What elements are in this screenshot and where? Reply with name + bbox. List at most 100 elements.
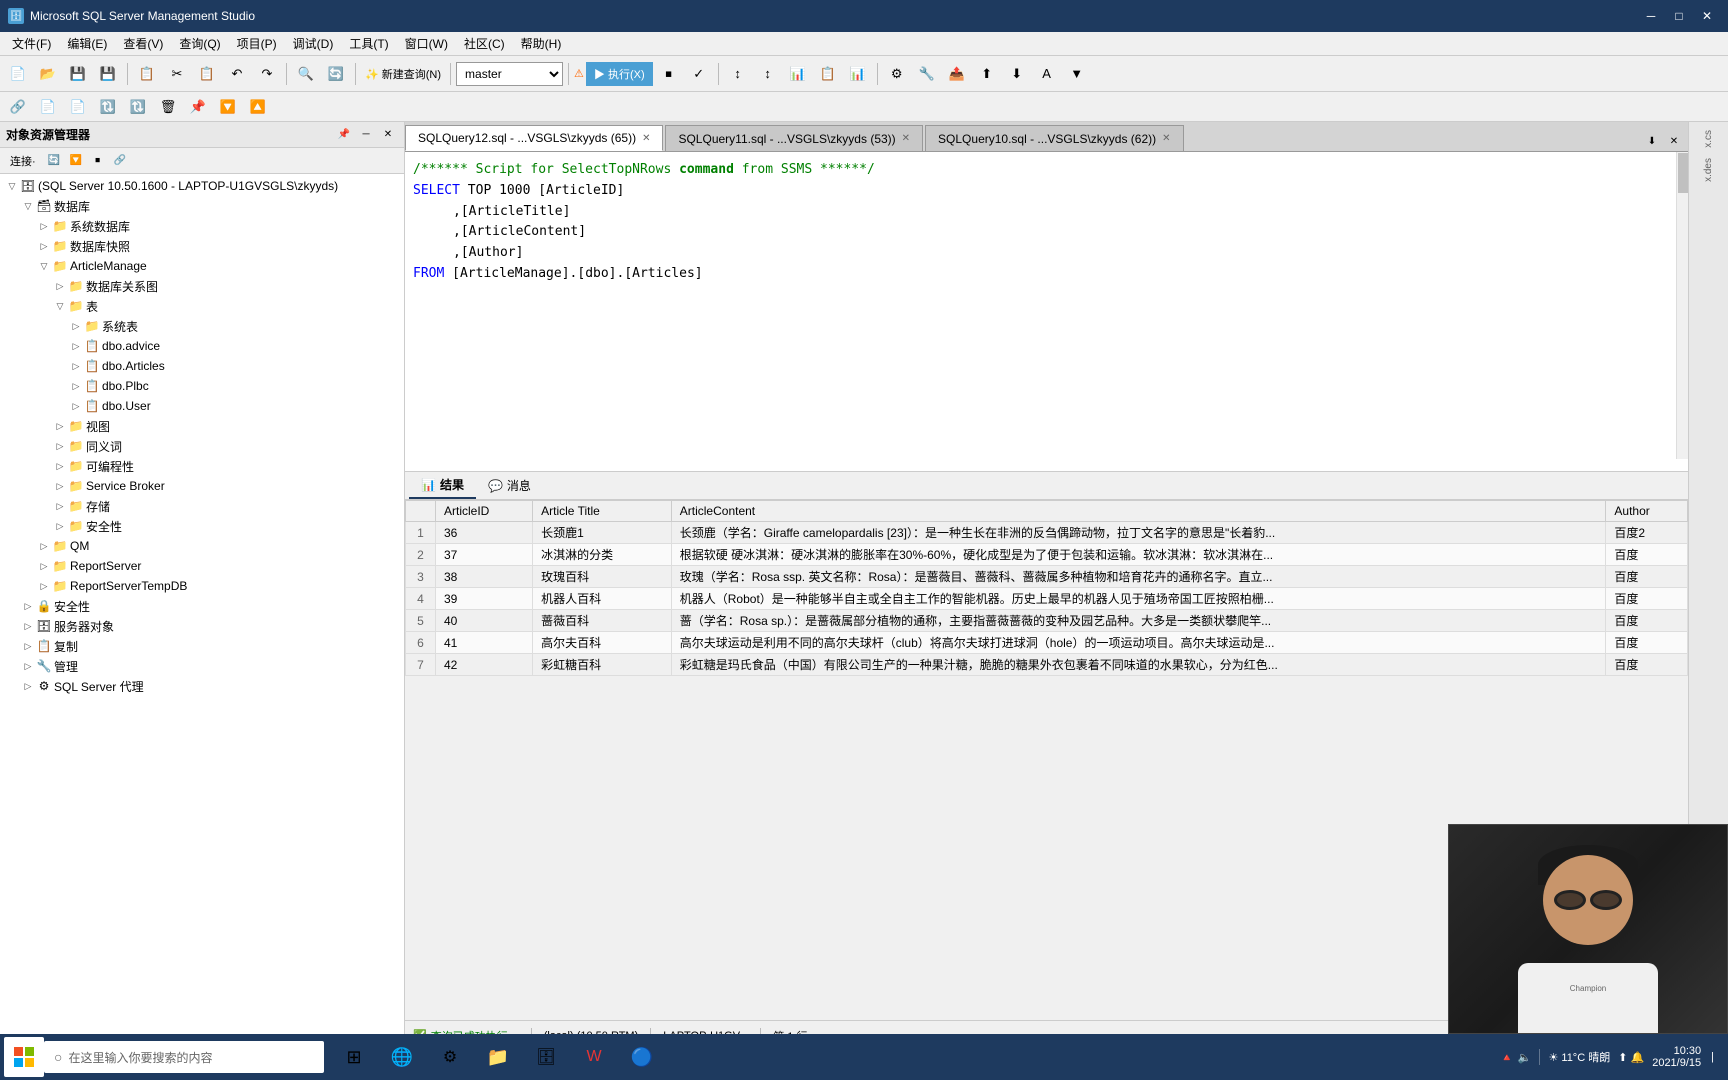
taskbar-taskview[interactable]: ⊞ [332, 1036, 376, 1078]
tree-qm-node[interactable]: ▷ 📁 QM [0, 536, 404, 556]
maximize-button[interactable]: □ [1666, 3, 1692, 29]
tree-reportserver-node[interactable]: ▷ 📁 ReportServer [0, 556, 404, 576]
toolbar-btn-11[interactable]: 📋 [814, 60, 842, 88]
tree-systables-node[interactable]: ▷ 📁 系统表 [0, 316, 404, 336]
oe-filter-button[interactable]: 🔽 [66, 151, 86, 171]
taskbar-ssms[interactable]: 🗄 [524, 1036, 568, 1078]
menu-edit[interactable]: 编辑(E) [59, 32, 115, 55]
tree-replication-node[interactable]: ▷ 📋 复制 [0, 636, 404, 656]
toolbar-btn-16[interactable]: ⬆ [973, 60, 1001, 88]
oe-sync-button[interactable]: 🔗 [110, 151, 130, 171]
taskbar-search-box[interactable]: ○ 在这里输入你要搜索的内容 [44, 1041, 324, 1073]
tree-dbo-articles-node[interactable]: ▷ 📋 dbo.Articles [0, 356, 404, 376]
database-select[interactable]: master ArticleManage [456, 62, 563, 86]
tree-sysdb-node[interactable]: ▷ 📁 系统数据库 [0, 216, 404, 236]
sql-editor[interactable]: /****** Script for SelectTopNRows comman… [405, 152, 1688, 471]
save-button[interactable]: 💾 [64, 60, 92, 88]
new-query-button[interactable]: 📄 [4, 60, 32, 88]
close-button[interactable]: ✕ [1694, 3, 1720, 29]
table-row[interactable]: 6 41 高尔夫百科 高尔夫球运动是利用不同的高尔夫球杆（club）将高尔夫球打… [406, 632, 1688, 654]
menu-query[interactable]: 查询(Q) [171, 32, 228, 55]
parse-button[interactable]: ✓ [685, 60, 713, 88]
menu-community[interactable]: 社区(C) [456, 32, 513, 55]
toolbar-btn-9[interactable]: ↕ [754, 60, 782, 88]
tab-query12[interactable]: SQLQuery12.sql - ...VSGLS\zkyyds (65)) ✕ [405, 125, 663, 151]
table-row[interactable]: 3 38 玫瑰百科 玫瑰（学名：Rosa ssp. 英文名称：Rosa）：是蔷薇… [406, 566, 1688, 588]
toolbar-btn-14[interactable]: 🔧 [913, 60, 941, 88]
st-btn-1[interactable]: 🔗 [4, 93, 32, 121]
toolbar-btn-8[interactable]: ↕ [724, 60, 752, 88]
tree-views-node[interactable]: ▷ 📁 视图 [0, 416, 404, 436]
tabs-close-all-button[interactable]: ✕ [1664, 131, 1684, 151]
toolbar-btn-7[interactable]: 🔄 [322, 60, 350, 88]
toolbar-btn-15[interactable]: 📤 [943, 60, 971, 88]
st-btn-2[interactable]: 📄 [34, 93, 62, 121]
tree-snapshot-node[interactable]: ▷ 📁 数据库快照 [0, 236, 404, 256]
st-btn-7[interactable]: 📌 [184, 93, 212, 121]
tree-dbdiagram-node[interactable]: ▷ 📁 数据库关系图 [0, 276, 404, 296]
tab10-close-icon[interactable]: ✕ [1162, 133, 1170, 144]
minimize-button[interactable]: ─ [1638, 3, 1664, 29]
taskbar-explorer[interactable]: 📁 [476, 1036, 520, 1078]
toolbar-btn-1[interactable]: 📋 [133, 60, 161, 88]
oe-connect-button[interactable]: 连接· [4, 151, 42, 171]
table-row[interactable]: 2 37 冰淇淋的分类 根据软硬 硬冰淇淋：硬冰淇淋的膨胀率在30%-60%，硬… [406, 544, 1688, 566]
tree-storage-node[interactable]: ▷ 📁 存储 [0, 496, 404, 516]
st-btn-5[interactable]: 🔃 [124, 93, 152, 121]
tree-synonyms-node[interactable]: ▷ 📁 同义词 [0, 436, 404, 456]
tree-tables-node[interactable]: ▽ 📁 表 [0, 296, 404, 316]
menu-help[interactable]: 帮助(H) [513, 32, 570, 55]
show-desktop-button[interactable]: | [1709, 1051, 1716, 1063]
oe-pin-button[interactable]: 📌 [334, 125, 354, 145]
toolbar-btn-18[interactable]: A [1033, 60, 1061, 88]
tree-sqlagent-node[interactable]: ▷ ⚙ SQL Server 代理 [0, 676, 404, 696]
toolbar-btn-3[interactable]: 📋 [193, 60, 221, 88]
editor-vscroll[interactable] [1676, 152, 1688, 459]
stop-button[interactable]: ⏹ [655, 60, 683, 88]
execute-button[interactable]: ▶ 执行(X) [586, 62, 653, 86]
taskbar-edge[interactable]: 🌐 [380, 1036, 424, 1078]
taskbar-chrome[interactable]: 🔵 [620, 1036, 664, 1078]
menu-project[interactable]: 项目(P) [229, 32, 285, 55]
oe-minimize-button[interactable]: ─ [356, 125, 376, 145]
toolbar-btn-13[interactable]: ⚙ [883, 60, 911, 88]
st-btn-8[interactable]: 🔽 [214, 93, 242, 121]
tree-serverobjects-node[interactable]: ▷ 🗄 服务器对象 [0, 616, 404, 636]
toolbar-btn-10[interactable]: 📊 [784, 60, 812, 88]
tree-security-top-node[interactable]: ▷ 🔒 安全性 [0, 596, 404, 616]
tree-dbo-user-node[interactable]: ▷ 📋 dbo.User [0, 396, 404, 416]
table-row[interactable]: 1 36 长颈鹿1 长颈鹿（学名：Giraffe camelopardalis … [406, 522, 1688, 544]
tree-dbo-plbc-node[interactable]: ▷ 📋 dbo.Plbc [0, 376, 404, 396]
tree-rsempdb-node[interactable]: ▷ 📁 ReportServerTempDB [0, 576, 404, 596]
st-btn-9[interactable]: 🔼 [244, 93, 272, 121]
toolbar-btn-2[interactable]: ✂ [163, 60, 191, 88]
tree-management-node[interactable]: ▷ 🔧 管理 [0, 656, 404, 676]
st-btn-3[interactable]: 📄 [64, 93, 92, 121]
oe-stop-button[interactable]: ⏹ [88, 151, 108, 171]
tree-servicebroker-node[interactable]: ▷ 📁 Service Broker [0, 476, 404, 496]
table-row[interactable]: 4 39 机器人百科 机器人（Robot）是一种能够半自主或全自主工作的智能机器… [406, 588, 1688, 610]
toolbar-btn-4[interactable]: ↶ [223, 60, 251, 88]
taskbar-dotnet[interactable]: ⚙ [428, 1036, 472, 1078]
toolbar-btn-17[interactable]: ⬇ [1003, 60, 1031, 88]
tree-articlemanage-node[interactable]: ▽ 📁 ArticleManage [0, 256, 404, 276]
tab11-close-icon[interactable]: ✕ [902, 133, 910, 144]
st-btn-4[interactable]: 🔃 [94, 93, 122, 121]
tree-dbo-advice-node[interactable]: ▷ 📋 dbo.advice [0, 336, 404, 356]
tabs-list-button[interactable]: ⬇ [1642, 131, 1662, 151]
right-sidebar-label-2[interactable]: x.des [1701, 154, 1716, 186]
menu-debug[interactable]: 调试(D) [285, 32, 342, 55]
right-sidebar-label-1[interactable]: x.cs [1701, 126, 1716, 152]
taskbar-wordpad[interactable]: W [572, 1036, 616, 1078]
tree-programmability-node[interactable]: ▷ 📁 可编程性 [0, 456, 404, 476]
oe-close-button[interactable]: ✕ [378, 125, 398, 145]
st-btn-6[interactable]: 🗑 [154, 93, 182, 121]
table-row[interactable]: 7 42 彩虹糖百科 彩虹糖是玛氏食品（中国）有限公司生产的一种果汁糖，脆脆的糖… [406, 654, 1688, 676]
start-button[interactable] [4, 1037, 44, 1077]
menu-tools[interactable]: 工具(T) [341, 32, 396, 55]
tab-query11[interactable]: SQLQuery11.sql - ...VSGLS\zkyyds (53)) ✕ [665, 125, 923, 151]
results-tab-results[interactable]: 📊 结果 [409, 472, 476, 499]
tab12-close-icon[interactable]: ✕ [642, 133, 650, 144]
toolbar-btn-12[interactable]: 📊 [844, 60, 872, 88]
save-all-button[interactable]: 💾 [94, 60, 122, 88]
